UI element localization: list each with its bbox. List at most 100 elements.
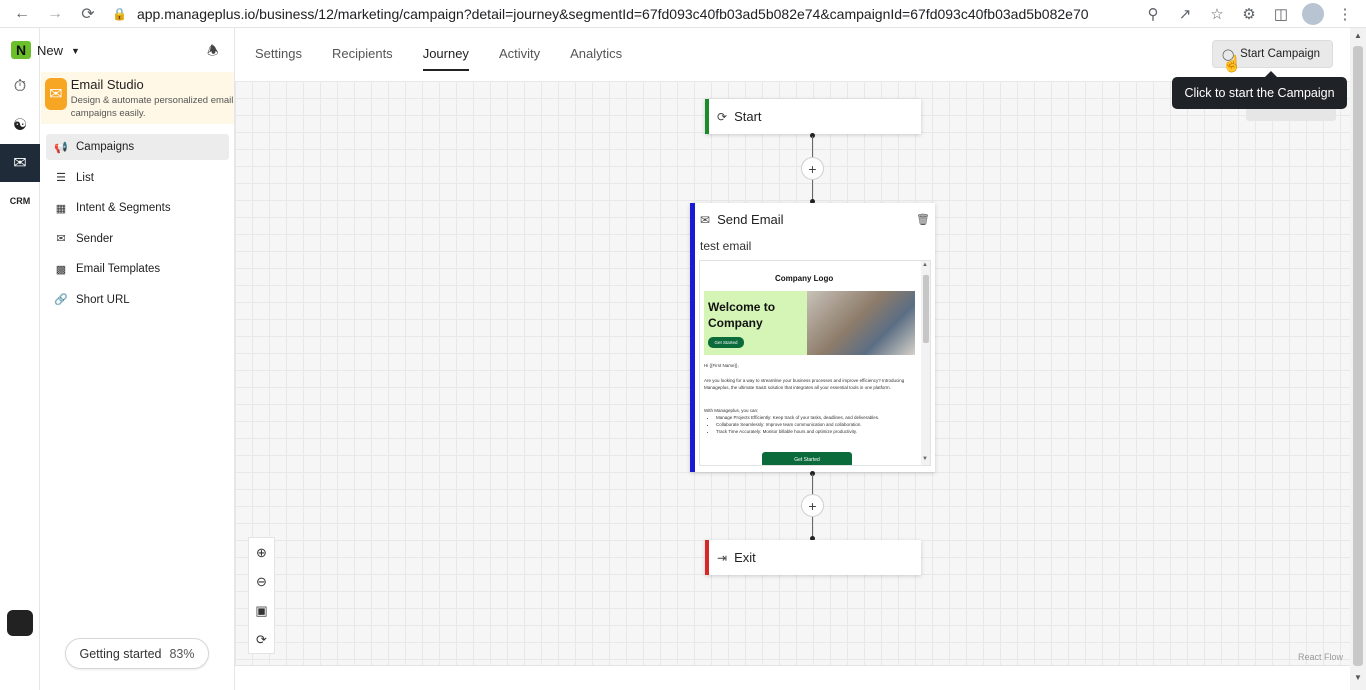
- sidebar-item-email-templates[interactable]: ▩ Email Templates: [46, 256, 229, 282]
- template-icon: ▩: [55, 263, 67, 276]
- send-email-title: Send Email: [717, 212, 784, 227]
- sidebar-item-label: Short URL: [76, 293, 130, 306]
- email-paragraph-2: With Manageplus, you can:: [704, 408, 759, 413]
- vertical-scrollbar[interactable]: ▲ ▼: [1350, 28, 1366, 690]
- app-logo[interactable]: N: [11, 41, 31, 59]
- sidebar-menu: 📢 Campaigns ☰ List ▦ Intent & Segments ✉…: [46, 134, 229, 317]
- sidebar-item-campaigns[interactable]: 📢 Campaigns: [46, 134, 229, 160]
- list-icon: ☰: [56, 172, 66, 184]
- hero-image: [807, 291, 915, 355]
- studio-card: ✉ Email Studio Design & automate persona…: [41, 72, 234, 124]
- sidebar-item-list[interactable]: ☰ List: [46, 165, 229, 191]
- dashboard-speed-icon[interactable]: ⏱: [0, 68, 40, 106]
- studio-title: Email Studio: [70, 77, 144, 92]
- main-content: Settings Recipients Journey Activity Ana…: [235, 28, 1366, 690]
- journey-canvas[interactable]: ⟳ Start + ✉ Send Email 🗑 test email Comp…: [235, 81, 1350, 665]
- workspace-name: New: [37, 43, 64, 58]
- tab-settings[interactable]: Settings: [255, 46, 302, 71]
- tab-recipients[interactable]: Recipients: [332, 46, 393, 71]
- email-subject: test email: [700, 239, 752, 253]
- add-step-button[interactable]: +: [801, 494, 824, 517]
- tab-journey[interactable]: Journey: [422, 46, 469, 71]
- link-icon: 🔗: [54, 294, 68, 306]
- crm-icon[interactable]: CRM: [0, 182, 40, 220]
- zoom-icon[interactable]: ⚲: [1142, 3, 1164, 25]
- mail-icon: ✉: [700, 212, 711, 227]
- studio-description: Design & automate personalized email cam…: [70, 95, 234, 119]
- app-rail: N ⏱ ☯ ✉ CRM: [0, 28, 40, 690]
- scroll-up-arrow-icon[interactable]: ▲: [1354, 31, 1362, 40]
- sidebar-item-label: Sender: [76, 232, 114, 245]
- sidebar-item-intent-segments[interactable]: ▦ Intent & Segments: [46, 195, 229, 221]
- getting-started-label: Getting started: [79, 646, 162, 661]
- profile-avatar[interactable]: [1302, 3, 1324, 25]
- side-panel-icon[interactable]: ◫: [1270, 3, 1292, 25]
- url-text: app.manageplus.io/business/12/marketing/…: [136, 6, 1089, 22]
- megaphone-icon: 📢: [54, 141, 68, 154]
- bookmark-star-icon[interactable]: ☆: [1206, 3, 1228, 25]
- email-bullet: Collaborate Seamlessly: Improve team com…: [716, 421, 914, 428]
- browser-toolbar: ← → ⟳ 🔒 app.manageplus.io/business/12/ma…: [0, 0, 1366, 28]
- scroll-down-arrow-icon[interactable]: ▼: [1354, 673, 1362, 682]
- email-hero: Welcome to Company Get Started: [704, 291, 807, 355]
- email-greeting: Hi {{First Name}},: [704, 363, 739, 368]
- tab-activity[interactable]: Activity: [499, 46, 540, 71]
- extensions-icon[interactable]: ⚙: [1238, 3, 1260, 25]
- send-email-node[interactable]: ✉ Send Email 🗑 test email Company Logo W…: [690, 203, 935, 472]
- vertical-scroll-thumb[interactable]: [1353, 46, 1363, 666]
- email-studio-icon[interactable]: ✉: [0, 144, 40, 182]
- getting-started-button[interactable]: Getting started 83%: [65, 638, 209, 669]
- preview-scrollbar[interactable]: ▲ ▼: [921, 261, 930, 465]
- kebab-menu-icon[interactable]: ⋮: [1334, 3, 1356, 25]
- start-campaign-tooltip: Click to start the Campaign: [1172, 71, 1347, 109]
- pointer-cursor-icon: ☝: [1222, 56, 1242, 73]
- company-logo: Company Logo: [775, 274, 834, 283]
- email-cta-button: Get Started: [762, 452, 852, 465]
- email-bullet: Manage Projects Efficiently: Keep track …: [716, 414, 914, 421]
- trash-icon[interactable]: 🗑: [916, 213, 930, 226]
- zoom-out-icon[interactable]: ⊖: [249, 567, 274, 596]
- start-node-label: Start: [734, 109, 762, 124]
- scroll-up-arrow-icon[interactable]: ▲: [922, 262, 928, 268]
- reload-icon[interactable]: ⟳: [77, 3, 99, 25]
- start-campaign-label: Start Campaign: [1240, 48, 1320, 60]
- sidebar-item-label: Campaigns: [76, 141, 135, 153]
- preview-scroll-thumb[interactable]: [923, 275, 929, 343]
- hero-cta-button: Get Started: [708, 337, 744, 348]
- sidebar: New ▼ 🕭 ✉ Email Studio Design & automate…: [37, 28, 235, 690]
- address-bar[interactable]: 🔒 app.manageplus.io/business/12/marketin…: [112, 3, 1122, 25]
- sender-icon: ✉: [56, 233, 66, 245]
- campaign-tabs: Settings Recipients Journey Activity Ana…: [255, 46, 622, 71]
- fit-view-icon[interactable]: ▣: [249, 596, 274, 625]
- user-avatar[interactable]: [7, 610, 33, 636]
- email-paragraph-1: Are you looking for a way to streamline …: [704, 378, 905, 390]
- start-node[interactable]: ⟳ Start: [705, 99, 921, 134]
- getting-started-percent: 83%: [169, 646, 195, 661]
- segments-icon: ▦: [55, 202, 67, 215]
- sidebar-item-label: Intent & Segments: [76, 202, 171, 214]
- react-flow-attribution[interactable]: React Flow: [1298, 652, 1343, 662]
- sidebar-item-short-url[interactable]: 🔗 Short URL: [46, 287, 229, 313]
- reset-rotate-icon[interactable]: ⟳: [249, 625, 274, 654]
- lock-icon: 🔒: [112, 7, 127, 21]
- email-bullets: Manage Projects Efficiently: Keep track …: [704, 414, 914, 435]
- email-bullet: Track Time Accurately: Monitor billable …: [716, 428, 914, 435]
- zoom-in-icon[interactable]: ⊕: [249, 538, 274, 567]
- refresh-icon: ⟳: [717, 109, 728, 124]
- back-icon[interactable]: ←: [11, 3, 33, 25]
- send-email-header: ✉ Send Email: [700, 212, 784, 227]
- add-step-button[interactable]: +: [801, 157, 824, 180]
- bell-icon[interactable]: 🕭: [207, 42, 219, 64]
- scroll-down-arrow-icon[interactable]: ▼: [922, 456, 928, 462]
- apps-nodes-icon[interactable]: ☯: [0, 106, 40, 144]
- exit-icon: ⇥: [717, 550, 728, 565]
- tab-analytics[interactable]: Analytics: [570, 46, 622, 71]
- workspace-switcher[interactable]: New ▼: [37, 43, 80, 58]
- hero-title: Welcome to Company: [708, 300, 776, 330]
- forward-icon[interactable]: →: [44, 3, 66, 25]
- exit-node[interactable]: ⇥ Exit: [705, 540, 921, 575]
- email-preview[interactable]: Company Logo Welcome to Company Get Star…: [699, 260, 931, 466]
- email-studio-badge-icon: ✉: [45, 78, 67, 110]
- sidebar-item-sender[interactable]: ✉ Sender: [46, 226, 229, 252]
- share-icon[interactable]: ↗: [1174, 3, 1196, 25]
